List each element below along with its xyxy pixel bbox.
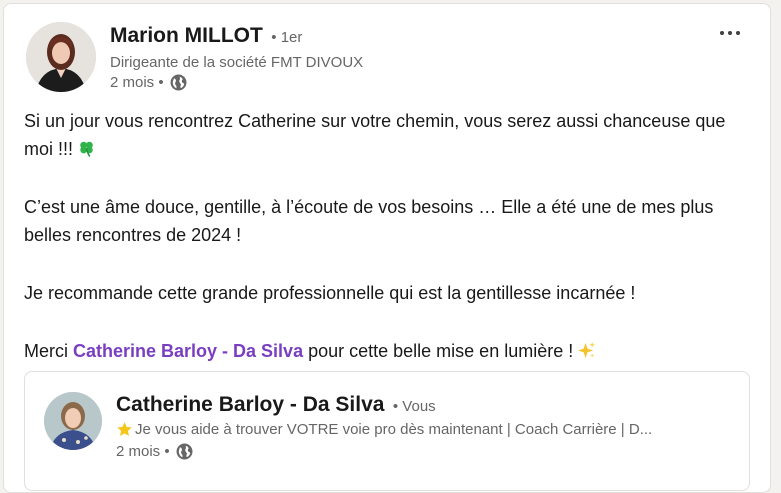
author-name-line: Marion MILLOT • 1er [110, 24, 302, 48]
shared-post-card[interactable]: Catherine Barloy - Da Silva • Vous Je vo… [24, 371, 750, 491]
embedded-meta: 2 mois • [116, 443, 193, 460]
four-leaf-clover-emoji [80, 141, 93, 158]
mention-link[interactable]: Catherine Barloy - Da Silva [73, 341, 303, 361]
author-name[interactable]: Marion MILLOT [110, 24, 263, 47]
embedded-name-line: Catherine Barloy - Da Silva • Vous [116, 393, 436, 417]
globe-icon [176, 443, 193, 460]
embedded-headline: Je vous aide à trouver VOTRE voie pro dè… [116, 421, 716, 438]
post-meta: 2 mois • [110, 74, 187, 91]
star-emoji [117, 422, 132, 436]
embedded-author-name[interactable]: Catherine Barloy - Da Silva [116, 393, 384, 416]
more-dot [720, 31, 724, 35]
post-line-1: Si un jour vous rencontrez Catherine sur… [24, 111, 726, 159]
post-line-4-prefix: Merci [24, 341, 73, 361]
embedded-headline-text: Je vous aide à trouver VOTRE voie pro dè… [135, 421, 653, 438]
connection-degree: • 1er [271, 29, 303, 46]
author-avatar[interactable] [26, 22, 96, 92]
sparkles-emoji [578, 341, 596, 359]
embedded-time: 2 mois • [116, 443, 170, 460]
more-dot [736, 31, 740, 35]
post-card: Marion MILLOT • 1er Dirigeante de la soc… [3, 3, 771, 493]
embedded-connection-degree: • Vous [392, 398, 436, 415]
post-line-4-suffix: pour cette belle mise en lumière ! [303, 341, 574, 361]
more-options-button[interactable] [714, 22, 746, 44]
post-text: Si un jour vous rencontrez Catherine sur… [24, 107, 754, 365]
post-paragraph: Merci Catherine Barloy - Da Silva pour c… [24, 337, 754, 365]
post-header: Marion MILLOT • 1er Dirigeante de la soc… [4, 4, 770, 96]
author-headline: Dirigeante de la société FMT DIVOUX [110, 54, 364, 71]
post-paragraph: Si un jour vous rencontrez Catherine sur… [24, 107, 754, 163]
post-paragraph: C’est une âme douce, gentille, à l’écout… [24, 197, 714, 245]
more-dot [728, 31, 732, 35]
globe-icon [170, 74, 187, 91]
embedded-author-avatar[interactable] [44, 392, 102, 450]
post-paragraph: Je recommande cette grande professionnel… [24, 283, 636, 303]
post-time: 2 mois • [110, 74, 164, 91]
